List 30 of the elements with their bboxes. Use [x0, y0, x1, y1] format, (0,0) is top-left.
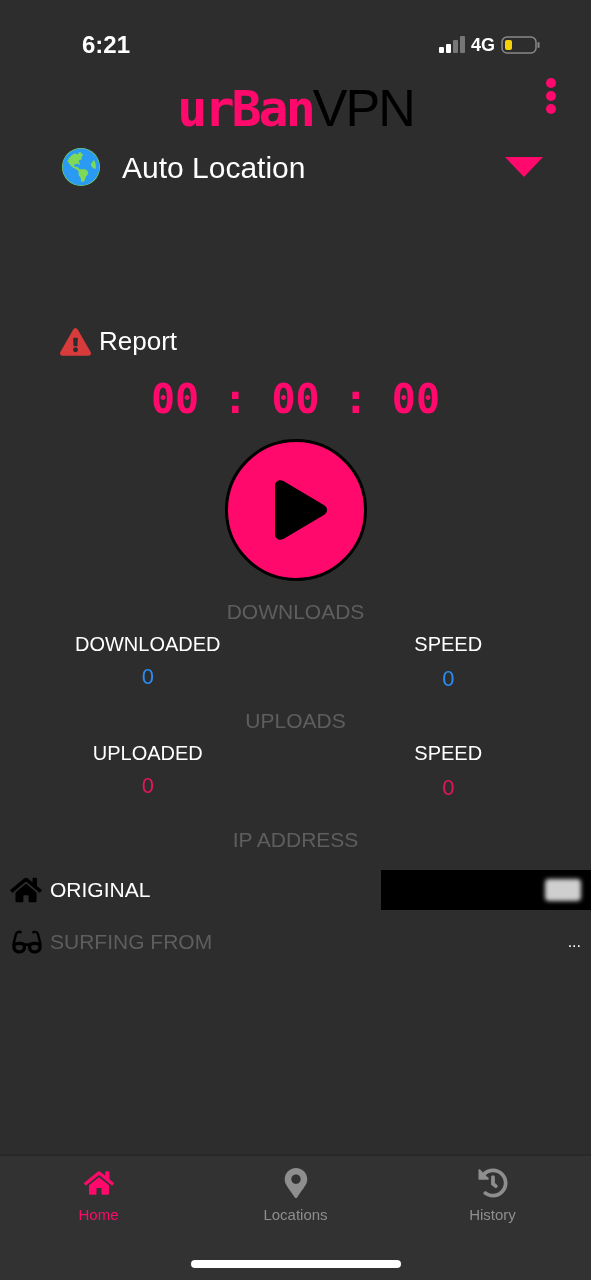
stat-label: DOWNLOADED: [74, 634, 221, 654]
battery-icon: [501, 35, 541, 55]
more-menu-button[interactable]: [543, 76, 559, 116]
home-icon: [10, 876, 42, 904]
stat-value: 0: [141, 666, 154, 688]
ip-row-label: ORIGINAL: [50, 877, 151, 904]
stat-label: UPLOADED: [92, 743, 203, 763]
warning-icon: [60, 327, 91, 356]
report-button[interactable]: Report: [60, 322, 178, 361]
tab-item[interactable]: Home: [0, 1168, 197, 1227]
signal-icon: [439, 36, 465, 54]
play-icon: [274, 479, 327, 541]
tab-item[interactable]: History: [394, 1168, 591, 1227]
logo-brand: urBan: [177, 84, 313, 134]
home-icon: [83, 1168, 114, 1198]
connection-timer: 00 : 00 : 00: [151, 379, 440, 419]
network-label: 4G: [471, 33, 495, 57]
stat-value: 0: [442, 777, 455, 799]
more-icon: [545, 78, 557, 114]
dropdown-caret-icon: [505, 157, 543, 177]
status-time: 6:21: [82, 30, 131, 60]
stat-label: SPEED: [414, 634, 483, 654]
history-icon: [477, 1168, 508, 1198]
stat-value: 0: [442, 668, 455, 690]
stat-label: SPEED: [414, 743, 483, 763]
globe-icon: [62, 148, 100, 186]
stat-value: 0: [141, 775, 154, 797]
ip-value: ...: [567, 932, 581, 952]
location-selector[interactable]: Auto Location: [62, 142, 543, 192]
tab-item[interactable]: Locations: [197, 1168, 394, 1227]
